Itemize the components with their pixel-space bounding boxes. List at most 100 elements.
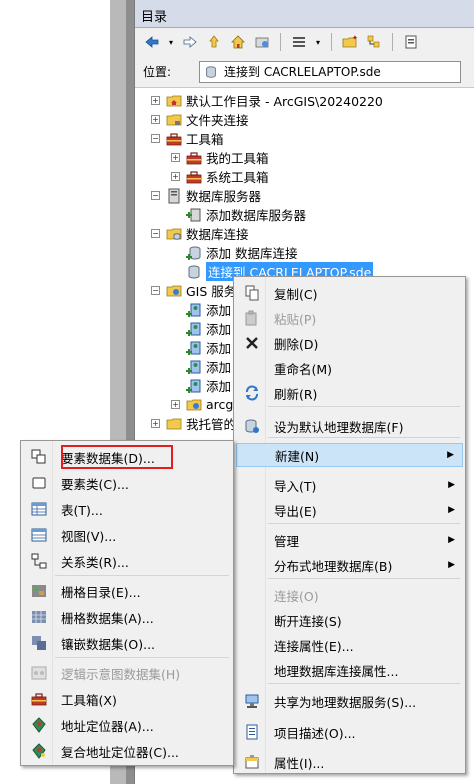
context-menu-item[interactable]: 共享为地理数据服务(S)... [236,689,463,713]
tree-node[interactable]: + 系统工具箱 [171,167,269,186]
submenu-item[interactable]: 工具箱(X) [23,687,231,711]
database-server-icon [166,188,182,204]
submenu-item[interactable]: 镶嵌数据集(O)... [23,631,231,655]
submenu-item[interactable]: 逻辑示意图数据集(H) [23,661,231,685]
context-menu: 复制(C) 粘贴(P) 删除(D) 重命名(M) 刷新(R) 设为默认地理数据库(F) 新建… [233,276,466,774]
tree-node[interactable]: 添加 [171,338,231,357]
expand-icon[interactable]: + [151,115,160,124]
context-menu-item[interactable]: 管理 ▶ [236,528,463,552]
context-menu-item[interactable]: 导出(E) ▶ [236,498,463,522]
tree-node-label: 数据库连接 [186,227,249,242]
collapse-icon[interactable]: − [151,229,160,238]
expand-icon[interactable]: + [151,419,160,428]
tree-node[interactable]: + arcg [171,395,233,414]
dropdown-arrow-icon[interactable]: ▾ [314,33,322,51]
dropdown-arrow-icon[interactable]: ▾ [167,33,175,51]
catalog-options-icon[interactable] [402,33,420,51]
context-menu-item[interactable]: 地理数据库连接属性... [236,658,463,682]
menu-item-label: 分布式地理数据库(B) [274,558,393,574]
menu-separator [268,578,460,579]
submenu-item[interactable]: 复合地址定位器(C)... [23,739,231,763]
context-menu-item[interactable]: 连接(O) [236,583,463,607]
submenu-item[interactable]: 表(T)... [23,497,231,521]
database-icon [186,264,202,280]
submenu-item[interactable]: 栅格数据集(A)... [23,605,231,629]
tree-node-label: 添加 [206,360,232,375]
submenu-item[interactable]: 视图(V)... [23,523,231,547]
context-menu-item[interactable]: 属性(I)... [236,750,463,774]
feature-class-icon [23,475,55,491]
tree-node-label: 文件夹连接 [186,113,249,128]
submenu-item[interactable]: 关系类(R)... [23,549,231,573]
menu-separator [268,406,460,407]
tree-node[interactable]: + 默认工作目录 - ArcGIS\20240220 [151,91,383,110]
tree-node[interactable]: 添加 [171,300,231,319]
address-locator-icon [23,717,55,733]
tree-node-label: 数据库服务器 [186,189,262,204]
context-menu-item[interactable]: 粘贴(P) [236,306,463,330]
menu-separator [268,683,460,684]
context-menu-item[interactable]: 重命名(M) [236,356,463,380]
tree-node[interactable]: 添加 [171,319,231,338]
tree-node-label: 我的工具箱 [206,151,269,166]
location-input[interactable]: 连接到 CACRLELAPTOP.sde [199,60,461,83]
connect-folder-icon[interactable] [253,33,271,51]
forward-arrow-icon[interactable] [181,33,199,51]
tree-node-label: 系统工具箱 [206,170,269,185]
toolbox-icon [186,150,202,166]
collapse-icon[interactable]: − [151,286,160,295]
add-gis-server-icon [186,321,202,337]
tree-node[interactable]: + 文件夹连接 [151,110,249,129]
collapse-icon[interactable]: − [151,134,160,143]
submenu-item[interactable]: 要素类(C)... [23,471,231,495]
menu-item-label: 重命名(M) [274,361,333,377]
tree-node[interactable]: 添加 数据库连接 [171,243,297,262]
context-menu-item[interactable]: 断开连接(S) [236,608,463,632]
context-menu-item[interactable]: 连接属性(E)... [236,633,463,657]
tree-node[interactable]: + 我的工具箱 [171,148,269,167]
raster-catalog-icon [23,583,55,599]
tree-node[interactable]: − GIS 服务 [151,281,236,300]
tree-node[interactable]: − 数据库服务器 [151,186,261,205]
expand-icon[interactable]: + [171,172,180,181]
expand-icon[interactable]: + [171,400,180,409]
context-menu-item[interactable]: 项目描述(O)... [236,720,463,744]
menu-item-label: 共享为地理数据服务(S)... [274,694,417,710]
submenu-item[interactable]: 栅格目录(E)... [23,579,231,603]
expand-icon[interactable]: + [171,153,180,162]
toggle-tree-icon[interactable] [365,33,383,51]
tree-node-label: GIS 服务 [186,284,237,299]
view-options-icon[interactable] [290,33,308,51]
context-menu-item[interactable]: 导入(T) ▶ [236,473,463,497]
menu-item-label: 复合地址定位器(C)... [61,744,179,760]
context-menu-item[interactable]: 复制(C) [236,281,463,305]
tree-node[interactable]: − 工具箱 [151,129,224,148]
tree-node[interactable]: + 我托管的 [151,414,236,433]
context-menu-item[interactable]: 删除(D) [236,331,463,355]
menu-item-label: 导出(E) [274,503,317,519]
gis-server-icon [166,283,182,299]
tree-node[interactable]: 添加 [171,357,231,376]
context-menu-item[interactable]: 新建(N) ▶ [236,443,463,467]
home-icon[interactable] [229,33,247,51]
folder-home-icon [166,93,182,109]
expand-icon[interactable]: + [151,96,160,105]
context-menu-item[interactable]: 设为默认地理数据库(F) [236,414,463,438]
location-bar: 位置: 连接到 CACRLELAPTOP.sde [135,56,474,88]
collapse-icon[interactable]: − [151,191,160,200]
tree-node-label: 添加 [206,303,232,318]
tree-node[interactable]: 添加 [171,376,231,395]
refresh-icon [236,385,268,401]
submenu-item[interactable]: 地址定位器(A)... [23,713,231,737]
new-folder-icon[interactable]: ✦ [341,33,359,51]
tree-node[interactable]: 添加数据库服务器 [171,205,306,224]
view-icon [23,527,55,543]
context-menu-item[interactable]: 刷新(R) [236,381,463,405]
menu-item-label: 连接(O) [274,588,319,604]
up-level-icon[interactable] [205,33,223,51]
context-menu-item[interactable]: 分布式地理数据库(B) ▶ [236,553,463,577]
tree-node[interactable]: − 数据库连接 [151,224,249,243]
schematic-dataset-icon [23,665,55,681]
back-arrow-icon[interactable] [143,33,161,51]
tree-node-label: 默认工作目录 - ArcGIS\20240220 [186,94,383,109]
